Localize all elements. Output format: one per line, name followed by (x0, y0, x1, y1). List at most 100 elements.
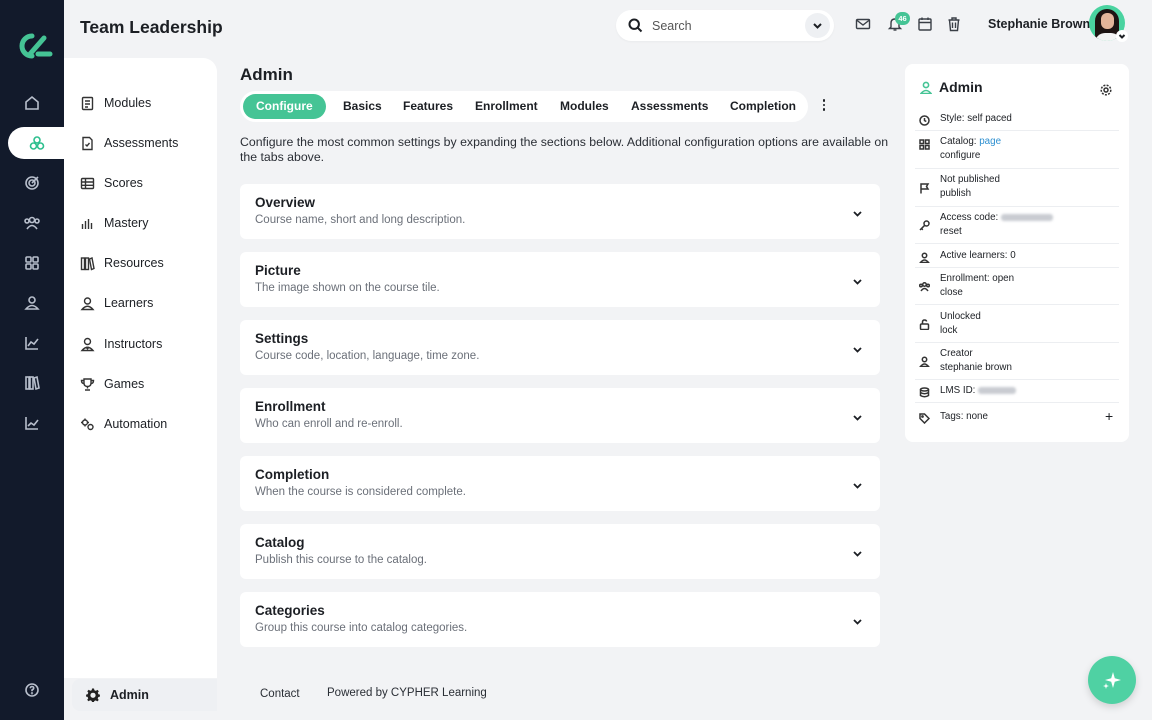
section-picture[interactable]: Picture The image shown on the course ti… (240, 252, 880, 307)
search-input[interactable] (652, 18, 792, 33)
publish-status: Not published (940, 174, 1000, 185)
sidebar-item-label: Games (104, 377, 145, 391)
section-title: Enrollment (255, 399, 326, 414)
tab-features[interactable]: Features (403, 94, 453, 119)
catalog-grid-icon (919, 137, 930, 150)
creator-row: Creator stephanie brown (915, 343, 1119, 380)
sidebar-item-label: Mastery (104, 216, 149, 230)
catalog-page-link[interactable]: page (979, 136, 1001, 147)
rail-people-icon[interactable] (0, 207, 64, 239)
section-catalog[interactable]: Catalog Publish this course to the catal… (240, 524, 880, 579)
add-tag-icon[interactable]: + (1105, 409, 1113, 423)
page-title: Admin (240, 65, 293, 84)
games-icon (80, 377, 95, 391)
tab-basics[interactable]: Basics (343, 94, 382, 119)
chevron-down-icon (852, 478, 863, 489)
sidebar-item-admin[interactable]: Admin (72, 679, 217, 711)
sidebar-item-assessments[interactable]: Assessments (80, 131, 178, 155)
rail-course-icon[interactable] (8, 127, 66, 159)
rail-target-icon[interactable] (0, 167, 64, 199)
sidebar-panel: Modules Assessments Scores Mastery Resou… (64, 58, 217, 678)
section-categories[interactable]: Categories Group this course into catalo… (240, 592, 880, 647)
chevron-down-icon (852, 206, 863, 217)
tab-configure[interactable]: Configure (243, 94, 326, 119)
search-icon (628, 18, 643, 33)
access-code-row: Access code: reset (915, 207, 1119, 244)
section-description: Group this course into catalog categorie… (255, 622, 468, 634)
mail-icon[interactable] (855, 16, 871, 32)
sidebar-item-label: Automation (104, 417, 168, 431)
sidebar-item-scores[interactable]: Scores (80, 171, 143, 195)
tab-modules[interactable]: Modules (560, 94, 609, 119)
enrollment-close-link[interactable]: close (940, 286, 963, 300)
lms-id-label: LMS ID: (940, 385, 976, 396)
section-title: Catalog (255, 535, 305, 550)
admin-info-panel: Admin Style: self paced Catalog: page co… (905, 64, 1129, 442)
sidebar-item-resources[interactable]: Resources (80, 251, 164, 275)
style-row: Style: self paced (915, 108, 1119, 131)
footer-contact-link[interactable]: Contact (260, 688, 300, 700)
search-box[interactable] (616, 10, 834, 41)
rail-library-icon[interactable] (0, 367, 64, 399)
sidebar-item-label: Resources (104, 256, 164, 270)
tags-row: Tags: none (915, 403, 1119, 429)
rail-help-icon[interactable] (0, 674, 64, 706)
rail-chart-icon[interactable] (0, 407, 64, 439)
sidebar-item-instructors[interactable]: Instructors (80, 332, 162, 356)
access-code-value-redacted (1001, 213, 1054, 221)
tab-completion[interactable]: Completion (730, 94, 796, 119)
sidebar-item-label: Assessments (104, 136, 179, 150)
learner-icon (918, 250, 931, 264)
chevron-down-icon (813, 23, 822, 29)
access-code-reset-link[interactable]: reset (940, 225, 962, 239)
tab-assessments[interactable]: Assessments (631, 94, 708, 119)
tab-enrollment[interactable]: Enrollment (475, 94, 538, 119)
enrollment-row: Enrollment: open close (915, 268, 1119, 305)
sidebar-item-label: Scores (104, 176, 143, 190)
sidebar-item-learners[interactable]: Learners (80, 291, 153, 315)
sidebar-item-games[interactable]: Games (80, 372, 144, 396)
flag-icon (919, 181, 930, 194)
section-completion[interactable]: Completion When the course is considered… (240, 456, 880, 511)
sidebar-item-label: Instructors (104, 337, 163, 351)
calendar-icon[interactable] (917, 16, 933, 32)
user-name[interactable]: Stephanie Brown (988, 17, 1090, 31)
lock-link[interactable]: lock (940, 324, 957, 338)
rail-home-icon[interactable] (0, 87, 64, 119)
sidebar-item-modules[interactable]: Modules (80, 91, 151, 115)
trash-icon[interactable] (946, 16, 962, 32)
app-logo[interactable] (10, 30, 54, 62)
creator-name-link[interactable]: stephanie brown (940, 361, 1012, 375)
group-icon (918, 279, 931, 292)
modules-icon (81, 96, 94, 110)
database-icon (919, 385, 930, 398)
section-settings[interactable]: Settings Course code, location, language… (240, 320, 880, 375)
panel-settings-gear-icon[interactable] (1100, 83, 1112, 96)
catalog-configure-link[interactable]: configure (940, 149, 980, 163)
avatar-menu-icon[interactable] (1116, 30, 1128, 42)
sidebar-item-automation[interactable]: Automation (80, 412, 167, 436)
chevron-down-icon (852, 546, 863, 557)
publish-link[interactable]: publish (940, 187, 971, 201)
section-description: The image shown on the course tile. (255, 282, 440, 294)
section-enrollment[interactable]: Enrollment Who can enroll and re-enroll. (240, 388, 880, 443)
rail-analytics-icon[interactable] (0, 327, 64, 359)
clock-icon (919, 113, 930, 126)
rail-apps-icon[interactable] (0, 247, 64, 279)
catalog-label: Catalog: (940, 136, 977, 147)
sidebar-item-label: Modules (104, 96, 152, 110)
sidebar-item-mastery[interactable]: Mastery (80, 211, 148, 235)
ai-assistant-button[interactable] (1088, 656, 1136, 704)
sparkle-icon (1103, 672, 1121, 689)
rail-person-icon[interactable] (0, 287, 64, 319)
active-learners-row: Active learners: 0 (915, 244, 1119, 268)
mastery-icon (81, 218, 93, 229)
intro-text: Configure the most common settings by ex… (240, 135, 889, 164)
section-title: Overview (255, 195, 316, 210)
gear-icon (86, 688, 100, 702)
section-overview[interactable]: Overview Course name, short and long des… (240, 184, 880, 239)
scores-icon (80, 177, 95, 189)
footer-powered-by[interactable]: Powered by CYPHER Learning (327, 687, 487, 699)
more-tabs-icon[interactable] (818, 97, 830, 113)
search-dropdown-button[interactable] (805, 13, 830, 38)
